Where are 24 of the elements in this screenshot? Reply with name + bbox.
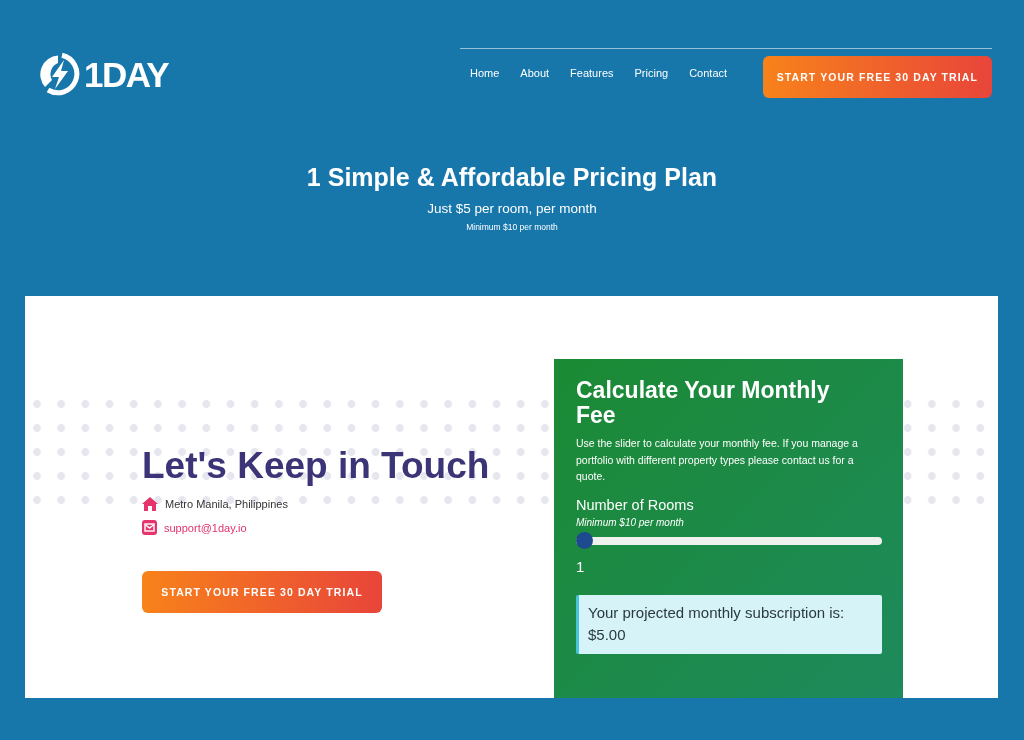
pricing-subtitle: Just $5 per room, per month [426,201,598,217]
mail-icon [142,520,157,535]
nav-link[interactable]: Features [570,67,614,79]
minimum-note: Minimum $10 per month [465,222,559,232]
email-link[interactable]: support@1day.io [164,521,247,534]
subscription-result: Your projected monthly subscription is: $5.00 [576,594,882,654]
calculator-title: Calculate Your Monthly Fee [576,378,831,428]
logo-text[interactable]: 1DAY [84,56,169,92]
calculator-description: Use the slider to calculate your monthly fee. If you manage a portfolio with different property types please contact us for a quote. [576,436,859,484]
pricing-title: 1 Simple & Affordable Pricing Plan [305,162,719,192]
rooms-value: 1 [576,557,586,576]
home-icon [142,496,158,511]
free-trial-button[interactable]: START YOUR FREE 30 DAY TRIAL [762,56,992,98]
nav-link[interactable]: Contact [689,67,728,79]
address-text: Metro Manila, Philippines [165,497,288,510]
rooms-note: Minimum $10 per month [576,516,685,529]
nav-link[interactable]: Pricing [634,67,669,79]
free-trial-button[interactable]: START YOUR FREE 30 DAY TRIAL [142,571,382,613]
slider-handle[interactable] [576,532,593,549]
bolt-circle-logo-icon [38,52,82,96]
nav-link[interactable]: Home [470,67,500,79]
nav-link[interactable]: About [520,67,550,79]
rooms-label: Number of Rooms [576,495,695,514]
contact-heading: Let's Keep in Touch [142,444,490,488]
